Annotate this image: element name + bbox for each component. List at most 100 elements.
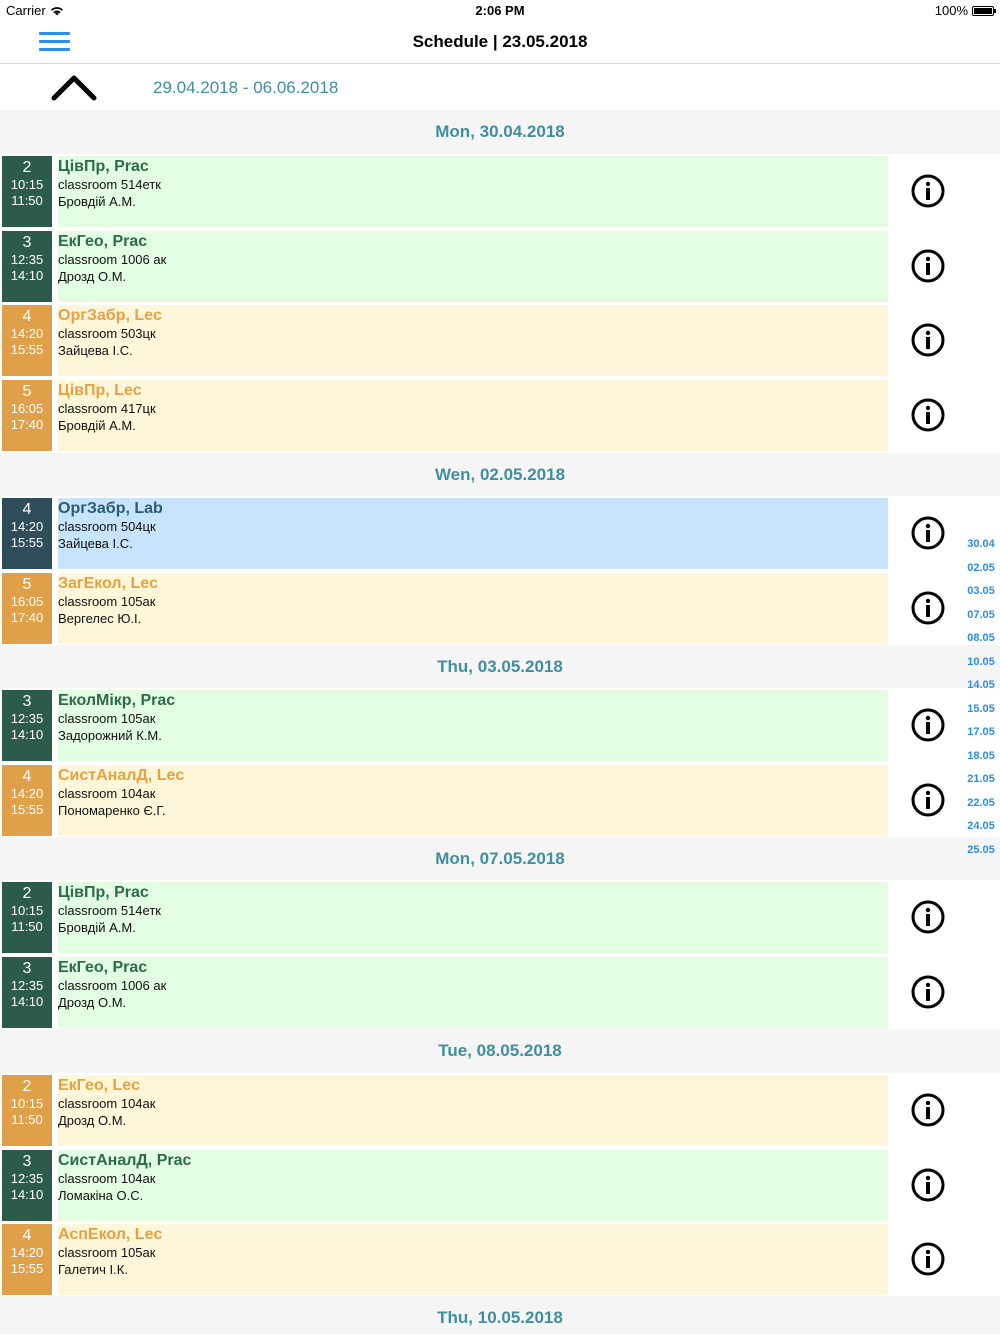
date-index-item[interactable]: 10.05 (962, 654, 1000, 678)
lesson-card[interactable]: СистАналД, Lec classroom 104ак Пономарен… (58, 765, 888, 836)
lesson-card[interactable]: ЕкГео, Lec classroom 104ак Дрозд О.М. (58, 1075, 888, 1146)
lesson-subject: АспЕкол, Lec (58, 1226, 163, 1243)
date-index-item[interactable]: 03.05 (962, 583, 1000, 607)
lesson-room: classroom 105ак (58, 1245, 156, 1260)
date-index-item[interactable]: 24.05 (962, 818, 1000, 842)
lesson-start: 16:05 (10, 594, 44, 609)
lesson-row[interactable]: 2 10:15 11:50 ЦівПр, Prac classroom 514е… (0, 880, 1000, 955)
day-header: Mon, 07.05.2018 (0, 837, 1000, 881)
lesson-row[interactable]: 5 16:05 17:40 ЦівПр, Lec classroom 417цк… (0, 378, 1000, 453)
lesson-end: 14:10 (10, 1187, 44, 1202)
info-icon[interactable] (911, 398, 945, 432)
lesson-card[interactable]: ЕколМікр, Prac classroom 105ак Задорожни… (58, 690, 888, 761)
lesson-row[interactable]: 2 10:15 11:50 ЦівПр, Prac classroom 514е… (0, 154, 1000, 229)
lesson-card[interactable]: АспЕкол, Lec classroom 105ак Галетич І.К… (58, 1224, 888, 1295)
date-index-item[interactable]: 18.05 (962, 748, 1000, 772)
lesson-subject: ЦівПр, Prac (58, 884, 149, 901)
status-right: 100% (935, 3, 996, 18)
lesson-row[interactable]: 5 16:05 17:40 ЗагЕкол, Lec classroom 105… (0, 571, 1000, 646)
lesson-subject: ЕколМікр, Prac (58, 692, 176, 709)
lesson-subject: ЗагЕкол, Lec (58, 575, 159, 592)
lesson-room: classroom 417цк (58, 401, 156, 416)
lesson-card[interactable]: ОргЗабр, Lec classroom 503цк Зайцева І.С… (58, 305, 888, 376)
lesson-room: classroom 105ак (58, 594, 156, 609)
date-range-row: 29.04.2018 - 06.06.2018 (0, 64, 1000, 110)
info-icon[interactable] (911, 1242, 945, 1276)
lesson-card[interactable]: ОргЗабр, Lab classroom 504цк Зайцева І.С… (58, 498, 888, 569)
date-index-item[interactable]: 30.04 (962, 536, 1000, 560)
lesson-start: 10:15 (10, 1096, 44, 1111)
info-icon[interactable] (911, 516, 945, 550)
status-time: 2:06 PM (475, 3, 525, 18)
info-icon[interactable] (911, 975, 945, 1009)
lesson-time-badge: 5 16:05 17:40 (2, 573, 52, 644)
lesson-card[interactable]: ЦівПр, Prac classroom 514етк Бровдій А.М… (58, 882, 888, 953)
info-icon[interactable] (911, 900, 945, 934)
lesson-card[interactable]: ЕкГео, Prac classroom 1006 ак Дрозд О.М. (58, 957, 888, 1028)
date-index-item[interactable]: 17.05 (962, 724, 1000, 748)
lesson-card[interactable]: СистАналД, Prac classroom 104ак Ломакіна… (58, 1150, 888, 1221)
lesson-row[interactable]: 4 14:20 15:55 ОргЗабр, Lec classroom 503… (0, 303, 1000, 378)
lesson-number: 3 (22, 1153, 32, 1170)
lesson-row[interactable]: 3 12:35 14:10 ЕкГео, Prac classroom 1006… (0, 229, 1000, 304)
chevron-up-icon[interactable] (50, 70, 98, 104)
info-icon[interactable] (911, 174, 945, 208)
lesson-row[interactable]: 3 12:35 14:10 ЕколМікр, Prac classroom 1… (0, 688, 1000, 763)
lesson-teacher: Бровдій А.М. (58, 418, 136, 433)
date-index-item[interactable]: 07.05 (962, 607, 1000, 631)
lesson-start: 16:05 (10, 401, 44, 416)
info-icon[interactable] (911, 249, 945, 283)
date-index-item[interactable]: 15.05 (962, 701, 1000, 725)
day-header: Tue, 08.05.2018 (0, 1029, 1000, 1073)
date-index-item[interactable]: 25.05 (962, 842, 1000, 866)
lesson-card[interactable]: ЕкГео, Prac classroom 1006 ак Дрозд О.М. (58, 231, 888, 302)
lesson-room: classroom 1006 ак (58, 252, 167, 267)
lesson-subject: ЕкГео, Prac (58, 959, 148, 976)
date-index-item[interactable]: 21.05 (962, 771, 1000, 795)
info-icon[interactable] (911, 708, 945, 742)
lesson-row[interactable]: 4 14:20 15:55 СистАналД, Lec classroom 1… (0, 763, 1000, 838)
date-index: 30.04 02.05 03.05 07.05 08.05 10.05 14.0… (962, 536, 1000, 865)
date-index-item[interactable]: 08.05 (962, 630, 1000, 654)
info-icon[interactable] (911, 783, 945, 817)
lesson-start: 14:20 (10, 519, 44, 534)
lesson-row[interactable]: 4 14:20 15:55 ОргЗабр, Lab classroom 504… (0, 496, 1000, 571)
lesson-teacher: Задорожний К.М. (58, 728, 162, 743)
lesson-time-badge: 3 12:35 14:10 (2, 1150, 52, 1221)
lesson-number: 5 (22, 383, 32, 400)
battery-icon (972, 5, 996, 16)
lesson-time-badge: 2 10:15 11:50 (2, 882, 52, 953)
info-icon[interactable] (911, 1168, 945, 1202)
lesson-card[interactable]: ЦівПр, Lec classroom 417цк Бровдій А.М. (58, 380, 888, 451)
lesson-time-badge: 2 10:15 11:50 (2, 1075, 52, 1146)
lesson-end: 17:40 (10, 417, 44, 432)
lesson-card[interactable]: ЦівПр, Prac classroom 514етк Бровдій А.М… (58, 156, 888, 227)
info-icon[interactable] (911, 323, 945, 357)
lesson-row[interactable]: 3 12:35 14:10 СистАналД, Prac classroom … (0, 1148, 1000, 1223)
lesson-time-badge: 5 16:05 17:40 (2, 380, 52, 451)
date-range-label[interactable]: 29.04.2018 - 06.06.2018 (153, 78, 338, 98)
lesson-row[interactable]: 4 14:20 15:55 АспЕкол, Lec classroom 105… (0, 1222, 1000, 1297)
lesson-number: 3 (22, 693, 32, 710)
lesson-teacher: Бровдій А.М. (58, 920, 136, 935)
lesson-card[interactable]: ЗагЕкол, Lec classroom 105ак Вергелес Ю.… (58, 573, 888, 644)
lesson-start: 10:15 (10, 903, 44, 918)
lesson-subject: ЕкГео, Lec (58, 1077, 141, 1094)
lesson-room: classroom 514етк (58, 177, 161, 192)
lesson-row[interactable]: 3 12:35 14:10 ЕкГео, Prac classroom 1006… (0, 955, 1000, 1030)
date-index-item[interactable]: 14.05 (962, 677, 1000, 701)
lesson-teacher: Ломакіна О.С. (58, 1188, 144, 1203)
lesson-room: classroom 104ак (58, 1096, 156, 1111)
lesson-number: 2 (22, 885, 32, 902)
date-index-item[interactable]: 02.05 (962, 560, 1000, 584)
lesson-start: 12:35 (10, 711, 44, 726)
lesson-end: 14:10 (10, 994, 44, 1009)
lesson-teacher: Зайцева І.С. (58, 536, 133, 551)
lesson-number: 4 (22, 501, 32, 518)
info-icon[interactable] (911, 1093, 945, 1127)
lesson-start: 10:15 (10, 177, 44, 192)
lesson-row[interactable]: 2 10:15 11:50 ЕкГео, Lec classroom 104ак… (0, 1073, 1000, 1148)
info-icon[interactable] (911, 591, 945, 625)
lesson-start: 12:35 (10, 1171, 44, 1186)
date-index-item[interactable]: 22.05 (962, 795, 1000, 819)
